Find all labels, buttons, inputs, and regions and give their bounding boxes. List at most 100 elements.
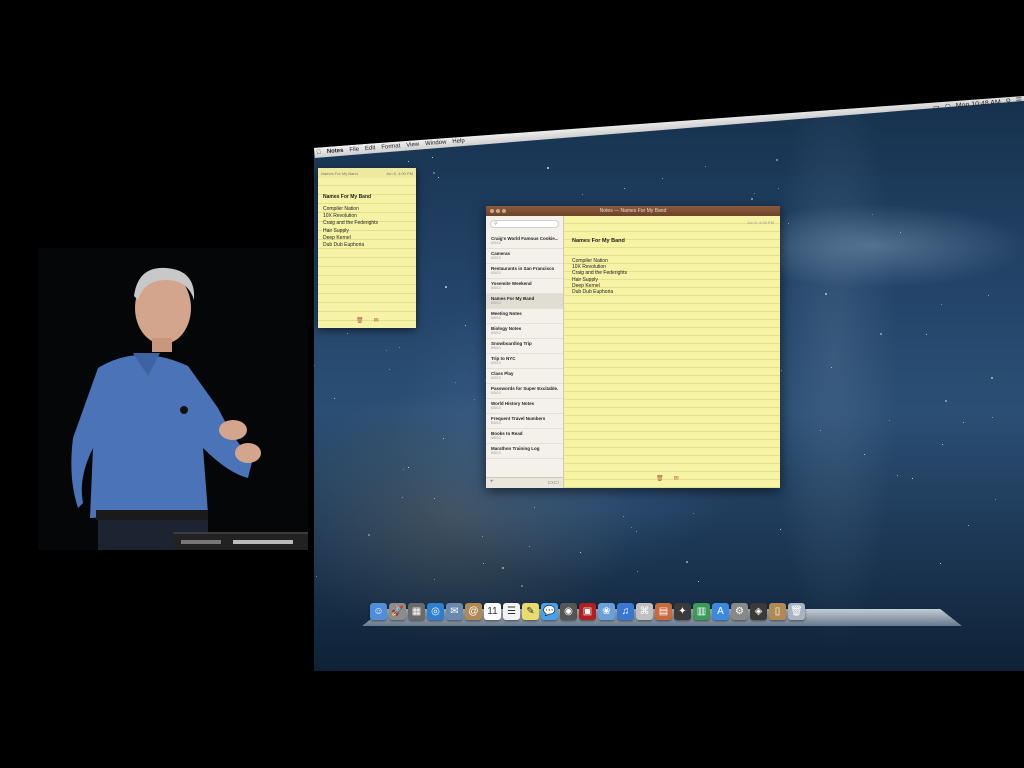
finder-icon[interactable]: ☺ [370, 603, 387, 620]
aperture-icon[interactable]: ✦ [674, 603, 691, 620]
star [408, 161, 409, 162]
trash-icon[interactable]: 🗑 [356, 317, 364, 324]
star [347, 333, 348, 334]
star [534, 507, 535, 508]
star [334, 398, 335, 399]
star [636, 531, 637, 532]
list-item[interactable]: Books to Read 6/5/13 [486, 429, 563, 444]
notes-sticky-window[interactable]: Names For My Band Jun 5, 4:00 PM Names F… [318, 168, 416, 328]
list-item-date: 6/5/13 [491, 390, 501, 395]
safari-icon[interactable]: ◎ [427, 603, 444, 620]
menu-item-format[interactable]: Format [381, 143, 400, 151]
view-toggle-icon[interactable]: ▭▭ [548, 479, 559, 487]
list-item[interactable]: Biology Notes 6/5/13 [486, 324, 563, 339]
menu-item-help[interactable]: Help [452, 138, 465, 145]
list-item-date: 6/5/13 [491, 270, 501, 275]
star [754, 193, 755, 194]
trash-icon[interactable]: 🗑 [788, 603, 805, 620]
sticky-window-title: Names For My Band [321, 170, 358, 176]
star [445, 286, 447, 288]
mission-control-icon[interactable]: ▦ [408, 603, 425, 620]
reminders-icon[interactable]: ☰ [503, 603, 520, 620]
airplay-icon[interactable]: ▭ [933, 103, 940, 112]
messages-icon[interactable]: 💬 [541, 603, 558, 620]
list-item[interactable]: Meeting Notes 6/5/13 [486, 309, 563, 324]
menu-item-edit[interactable]: Edit [365, 145, 376, 152]
star [547, 167, 549, 169]
zoom-button[interactable] [502, 209, 506, 213]
list-item[interactable]: Class Play 6/5/13 [486, 369, 563, 384]
notification-center-icon[interactable]: ☰ [1015, 96, 1022, 104]
star [314, 365, 315, 366]
photo-slideshow-icon[interactable]: ▤ [655, 603, 672, 620]
star [941, 304, 942, 305]
search-input[interactable]: ⚲ [490, 220, 559, 228]
minimize-button[interactable] [496, 209, 500, 213]
menu-items:  Notes File Edit Format View Window Hel… [316, 136, 465, 158]
launchpad-icon[interactable]: 🚀 [389, 603, 406, 620]
game-center-icon[interactable]: ◈ [750, 603, 767, 620]
list-item[interactable]: Frequent Travel Numbers 6/5/13 [486, 414, 563, 429]
menu-clock[interactable]: Mon 10:48 AM [955, 99, 1001, 110]
photo-booth-icon[interactable]: ▣ [579, 603, 596, 620]
star [474, 399, 475, 400]
star [889, 420, 890, 421]
list-item[interactable]: Marathon Training Log 6/5/13 [486, 444, 563, 459]
sticky-titlebar[interactable]: Names For My Band Jun 5, 4:00 PM [318, 168, 416, 178]
documents-folder-icon[interactable]: ▯ [769, 603, 786, 620]
star [389, 369, 390, 370]
notes-window[interactable]: Notes — Names For My Band ⚲ Craig's Worl… [486, 206, 780, 488]
list-item[interactable]: Craig's World Famous Cookie... 6/5/13 [486, 234, 563, 249]
list-item[interactable]: Cameras 6/5/13 [486, 249, 563, 264]
note-body[interactable]: Compiler Nation 10X Revolution Craig and t… [572, 258, 627, 295]
note-editor[interactable]: Jun 5, 4:00 PM Names For My Band Compile… [564, 216, 780, 488]
notes-icon[interactable]: ✎ [522, 603, 539, 620]
star [942, 444, 943, 445]
star [483, 563, 484, 564]
list-item[interactable]: Names For My Band 6/5/13 [486, 294, 563, 309]
list-item[interactable]: Passwords for Super Excitable... 6/5/13 [486, 384, 563, 399]
notes-window-title: Notes — Names For My Band [599, 208, 667, 214]
list-item-date: 6/5/13 [491, 435, 501, 440]
list-item-date: 6/5/13 [491, 420, 501, 425]
preview-icon[interactable]: ⌘ [636, 603, 653, 620]
add-note-button[interactable]: + [490, 479, 494, 487]
wifi-icon[interactable]: ◠ [944, 102, 951, 110]
calendar-icon[interactable]: 11 [484, 603, 501, 620]
facetime-icon[interactable]: ◉ [560, 603, 577, 620]
numbers-icon[interactable]: ▥ [693, 603, 710, 620]
share-icon[interactable]: ✉ [374, 317, 379, 324]
sticky-note-body[interactable]: Compiler Nation 10X Revolution Craig and t… [323, 206, 416, 249]
system-preferences-icon[interactable]: ⚙ [731, 603, 748, 620]
menu-bar-strip [314, 96, 1024, 158]
star [926, 334, 927, 335]
close-button[interactable] [490, 209, 494, 213]
list-item[interactable]: Restaurants in San Francisco 6/5/13 [486, 264, 563, 279]
star [880, 333, 882, 335]
contacts-icon[interactable]: @ [465, 603, 482, 620]
star [820, 430, 821, 431]
star [776, 159, 778, 161]
apple-menu-icon[interactable]:  [316, 150, 321, 156]
share-icon[interactable]: ✉ [674, 475, 679, 482]
iphoto-icon[interactable]: ❀ [598, 603, 615, 620]
star [403, 469, 404, 470]
list-item[interactable]: Snowboarding Trip 6/5/13 [486, 339, 563, 354]
app-store-icon[interactable]: A [712, 603, 729, 620]
menu-item-notes[interactable]: Notes [327, 148, 344, 155]
list-item[interactable]: World History Notes 6/5/13 [486, 399, 563, 414]
list-item[interactable]: Trip to NYC 6/5/13 [486, 354, 563, 369]
itunes-icon[interactable]: ♫ [617, 603, 634, 620]
list-item[interactable]: Yosemite Weekend 6/5/13 [486, 279, 563, 294]
star [912, 478, 913, 479]
mail-icon[interactable]: ✉ [446, 603, 463, 620]
menu-bar:  Notes File Edit Format View Window Hel… [314, 96, 1024, 158]
notes-titlebar[interactable]: Notes — Names For My Band [486, 206, 780, 216]
star [788, 223, 789, 224]
menu-item-view[interactable]: View [406, 142, 419, 149]
menu-item-file[interactable]: File [349, 147, 359, 154]
trash-icon[interactable]: 🗑 [656, 475, 664, 482]
menu-item-window[interactable]: Window [425, 140, 447, 148]
spotlight-icon[interactable]: ⚲ [1005, 97, 1011, 105]
sticky-line: Compiler Nation [323, 206, 359, 212]
